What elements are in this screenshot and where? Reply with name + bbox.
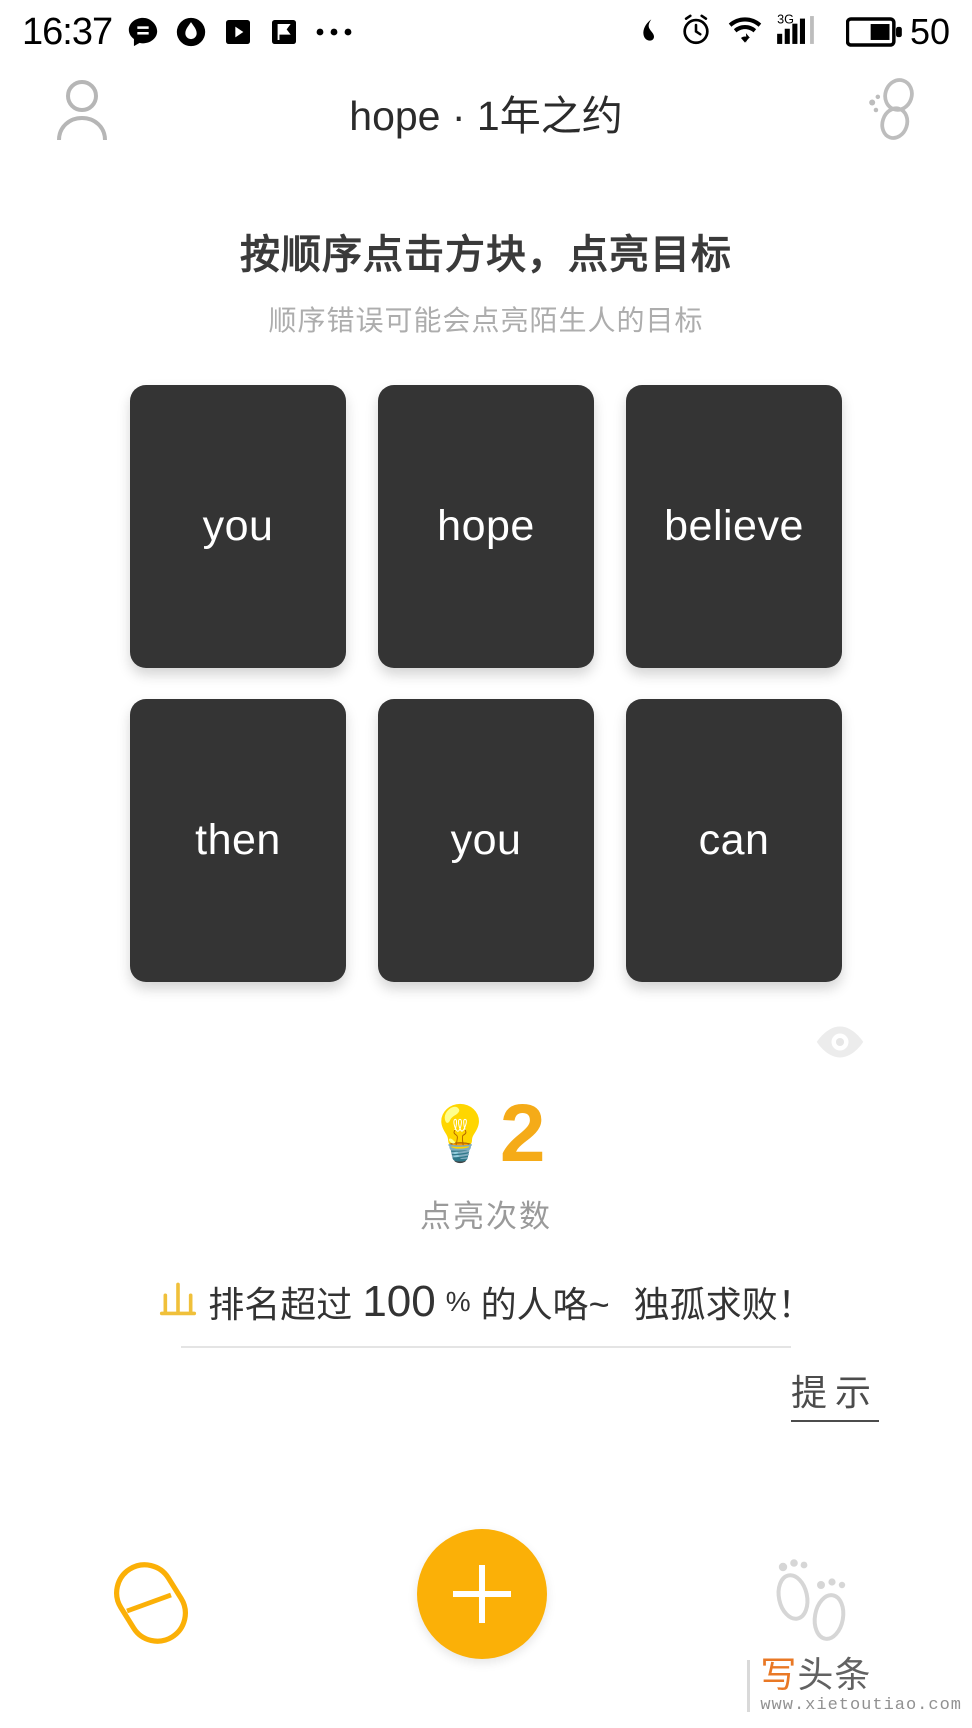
status-bar-right: 3G 50 xyxy=(634,11,950,54)
hint-row: 提示 xyxy=(0,1364,972,1422)
word-card[interactable]: then xyxy=(130,699,346,982)
play-icon xyxy=(222,16,254,48)
mountain-chart-icon xyxy=(158,1279,198,1326)
page-title: hope · 1年之约 xyxy=(349,93,623,139)
rank-tail: 独孤求败！ xyxy=(633,1284,814,1325)
signal-icon: 3G xyxy=(777,11,833,54)
instruction-block: 按顺序点击方块，点亮目标 顺序错误可能会点亮陌生人的目标 xyxy=(0,222,972,339)
rank-prefix: 排名超过 xyxy=(208,1284,353,1325)
add-button[interactable] xyxy=(417,1529,547,1659)
status-bar-left: 16:37 xyxy=(22,13,354,51)
word-card-grid: you hope believe then you can xyxy=(126,385,846,982)
watermark-divider xyxy=(747,1659,751,1712)
word-card[interactable]: hope xyxy=(378,385,594,668)
counter-label: 点亮次数 xyxy=(420,1199,552,1234)
watermark-url: www.xietoutiao.com xyxy=(760,1696,962,1715)
section-divider xyxy=(181,1346,791,1348)
rank-percent-symbol: % xyxy=(445,1286,471,1317)
lightbulb-icon: 💡 xyxy=(426,1104,494,1164)
battery-percent: 50 xyxy=(909,11,950,52)
hint-link[interactable]: 提示 xyxy=(790,1364,879,1422)
footprints-icon[interactable] xyxy=(767,1553,867,1654)
watermark-brand: 写头条 xyxy=(760,1654,871,1695)
word-card[interactable]: can xyxy=(626,699,842,982)
rank-line: 排名超过 100 % 的人咯~ 独孤求败！ xyxy=(0,1276,972,1328)
light-counter: 💡 2 点亮次数 xyxy=(0,1093,972,1236)
phone-screen: 16:37 3G 50 hope · 1年之约 按顺序点击方块，点亮目标 顺序错… xyxy=(0,0,972,1728)
watermark-text: 写头条 www.xietoutiao.com xyxy=(760,1654,962,1715)
message-icon xyxy=(126,15,160,49)
rank-percent: 100 xyxy=(362,1277,436,1326)
status-time: 16:37 xyxy=(22,11,113,53)
word-card[interactable]: you xyxy=(378,699,594,982)
instruction-main: 按顺序点击方块，点亮目标 xyxy=(240,233,732,277)
wifi-icon xyxy=(726,13,764,52)
mute-icon xyxy=(634,13,666,52)
watermark-brand-first: 写 xyxy=(760,1654,798,1695)
capsule-pill-icon[interactable] xyxy=(105,1553,197,1654)
counter-line: 💡 2 xyxy=(0,1093,972,1175)
eye-icon[interactable] xyxy=(811,1024,869,1065)
app-header: hope · 1年之约 xyxy=(0,64,972,160)
word-card[interactable]: you xyxy=(130,385,346,668)
battery-icon: 50 xyxy=(845,11,950,52)
user-avatar-icon[interactable] xyxy=(52,78,112,147)
instruction-sub: 顺序错误可能会点亮陌生人的目标 xyxy=(268,305,704,336)
eye-toggle-row xyxy=(0,1024,972,1065)
svg-text:3G: 3G xyxy=(777,12,794,26)
plus-icon xyxy=(453,1565,511,1623)
share-icon[interactable] xyxy=(862,77,920,147)
watermark-brand-rest: 头条 xyxy=(797,1654,872,1695)
rank-suffix: 的人咯~ xyxy=(480,1284,610,1325)
more-dots-icon xyxy=(314,25,354,39)
status-bar: 16:37 3G 50 xyxy=(0,0,972,64)
app-circle-icon xyxy=(174,15,208,49)
watermark: 写头条 www.xietoutiao.com xyxy=(747,1657,962,1714)
counter-value: 2 xyxy=(499,1088,546,1179)
alarm-icon xyxy=(679,13,713,52)
word-card[interactable]: believe xyxy=(626,385,842,668)
flag-icon xyxy=(268,16,300,48)
